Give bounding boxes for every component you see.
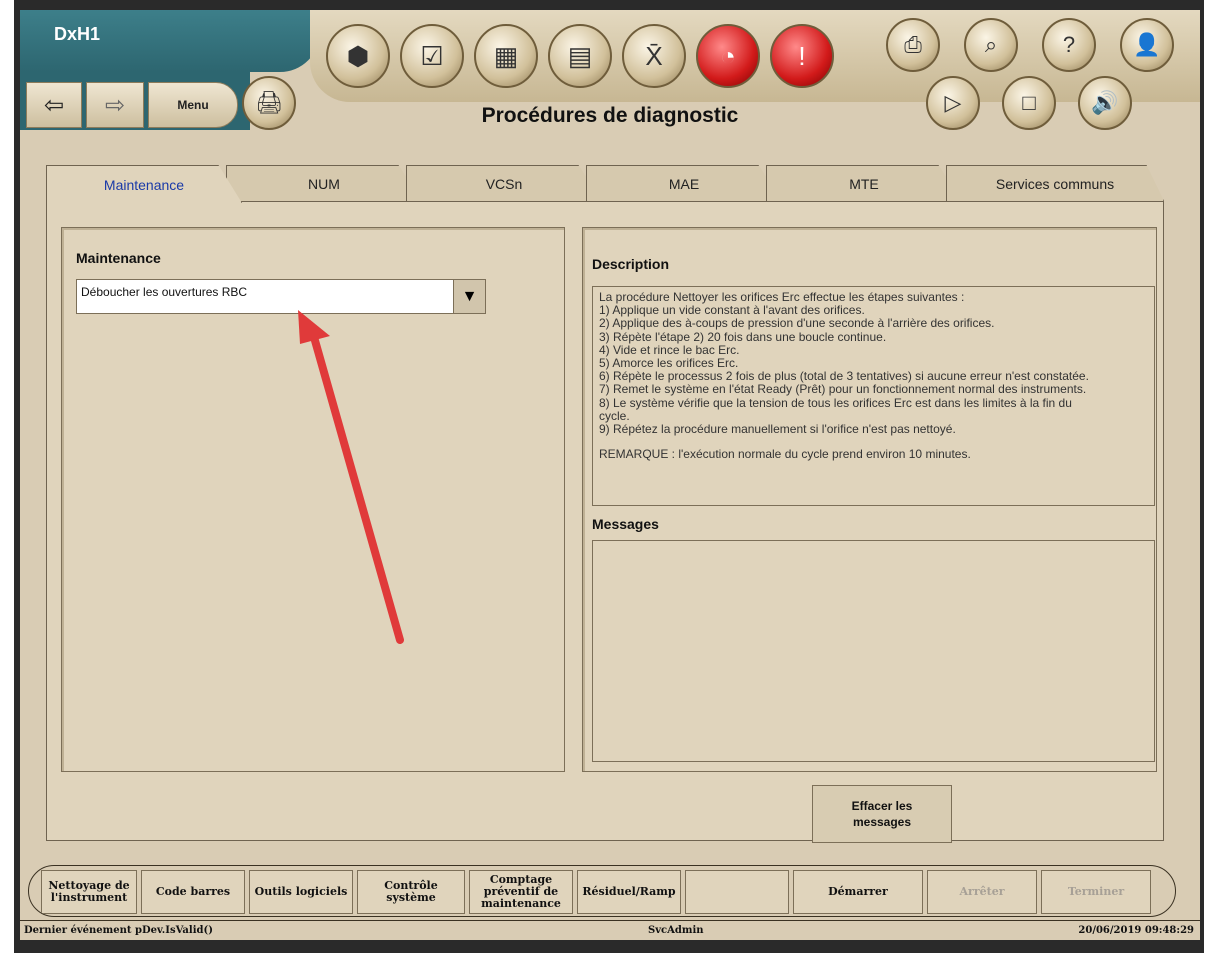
- description-line: 8) Le système vérifie que la tension de …: [599, 395, 1072, 410]
- gauge-icon: ◔: [720, 40, 736, 71]
- chart-button[interactable]: ▤: [548, 24, 612, 88]
- tab-vcsn[interactable]: VCSn: [406, 165, 602, 201]
- print-button[interactable]: ⎙: [886, 18, 940, 72]
- calendar-button[interactable]: ▦: [474, 24, 538, 88]
- procedure-select[interactable]: Déboucher les ouvertures RBC ▼: [76, 279, 486, 314]
- finish-button: Terminer: [1041, 870, 1151, 914]
- clear-messages-label-2: messages: [852, 815, 912, 829]
- printer-icon: ⎙: [904, 32, 922, 57]
- help-icon: ?: [1062, 32, 1076, 57]
- tab-num[interactable]: NUM: [226, 165, 422, 201]
- clear-messages-label-1: Effacer les: [851, 799, 913, 813]
- tab-mae[interactable]: MAE: [586, 165, 782, 201]
- status-bar: Dernier événement pDev.IsValid() SvcAdmi…: [20, 920, 1200, 940]
- gauge-button[interactable]: ◔: [696, 24, 760, 88]
- user-button[interactable]: 👤: [1120, 18, 1174, 72]
- alert-icon: !: [798, 40, 806, 71]
- tab-maintenance[interactable]: Maintenance: [46, 165, 242, 203]
- dropdown-button[interactable]: ▼: [453, 280, 485, 313]
- system-control-button[interactable]: Contrôle système: [357, 870, 465, 914]
- user-icon: 👤: [1133, 32, 1161, 57]
- maintenance-panel: Maintenance Déboucher les ouvertures RBC…: [61, 227, 565, 772]
- stop-action-button: Arrêter: [927, 870, 1037, 914]
- checkbox-icon: ☑: [420, 40, 444, 71]
- description-panel: Description La procédure Nettoyer les or…: [582, 227, 1157, 772]
- residual-ramp-button[interactable]: Résiduel/Ramp: [577, 870, 681, 914]
- description-line: 2) Applique des à-coups de pression d'un…: [599, 316, 995, 331]
- search-button[interactable]: ⌕: [964, 18, 1018, 72]
- start-button[interactable]: Démarrer: [793, 870, 923, 914]
- xbar-icon: X̄: [645, 40, 663, 71]
- page-title: Procédures de diagnostic: [481, 104, 739, 127]
- calendar-icon: ▦: [493, 40, 519, 71]
- chart-icon: ▤: [567, 40, 593, 71]
- cleaning-button[interactable]: Nettoyage de l'instrument: [41, 870, 137, 914]
- tab-area: Maintenance NUM VCSn MAE MTE Services co…: [46, 165, 1164, 841]
- description-title: Description: [592, 256, 670, 272]
- action-bar: Nettoyage de l'instrument Code barres Ou…: [28, 865, 1176, 917]
- barcode-button[interactable]: Code barres: [141, 870, 245, 914]
- status-datetime: 20/06/2019 09:48:29: [1078, 925, 1194, 936]
- tab-mte[interactable]: MTE: [766, 165, 962, 201]
- tab-services-communs[interactable]: Services communs: [946, 165, 1164, 201]
- description-note: REMARQUE : l'exécution normale du cycle …: [599, 447, 971, 462]
- alert-button[interactable]: !: [770, 24, 834, 88]
- description-text: La procédure Nettoyer les orifices Erc e…: [592, 286, 1155, 506]
- checkbox-button[interactable]: ☑: [400, 24, 464, 88]
- help-button[interactable]: ?: [1042, 18, 1096, 72]
- procedure-select-value: Déboucher les ouvertures RBC: [81, 285, 248, 299]
- messages-box: [592, 540, 1155, 762]
- status-event: Dernier événement pDev.IsValid(): [24, 925, 213, 936]
- description-line: 3) Répète l'étape 2) 20 fois dans une bo…: [599, 329, 887, 344]
- software-tools-button[interactable]: Outils logiciels: [249, 870, 353, 914]
- triangle-down-icon: ▼: [461, 287, 478, 305]
- description-line: 7) Remet le système en l'état Ready (Prê…: [599, 382, 1087, 397]
- maintenance-title: Maintenance: [76, 250, 161, 266]
- messages-title: Messages: [592, 516, 659, 532]
- brand-label: DxH1: [54, 24, 101, 44]
- description-line: 9) Répétez la procédure manuellement si …: [599, 422, 956, 437]
- brand-band: DxH1: [20, 10, 320, 72]
- xbar-button[interactable]: X̄: [622, 24, 686, 88]
- cubes-button[interactable]: ⬢: [326, 24, 390, 88]
- app-screen: DxH1 ⇦ ⇨ Menu 🖨 ⬢ ☑ ▦ ▤ X̄ ◔ ! ⎙ ⌕ ? 👤 ▷…: [20, 10, 1200, 940]
- preventive-count-button[interactable]: Comptage préventif de maintenance: [469, 870, 573, 914]
- status-user: SvcAdmin: [648, 925, 704, 936]
- empty-action-button: [685, 870, 789, 914]
- magnifier-icon: ⌕: [984, 32, 998, 57]
- cubes-icon: ⬢: [346, 40, 370, 71]
- tab-panel: Maintenance Déboucher les ouvertures RBC…: [46, 201, 1164, 841]
- clear-messages-button[interactable]: Effacer les messages: [812, 785, 952, 843]
- header: DxH1 ⇦ ⇨ Menu 🖨 ⬢ ☑ ▦ ▤ X̄ ◔ ! ⎙ ⌕ ? 👤 ▷…: [20, 10, 1200, 140]
